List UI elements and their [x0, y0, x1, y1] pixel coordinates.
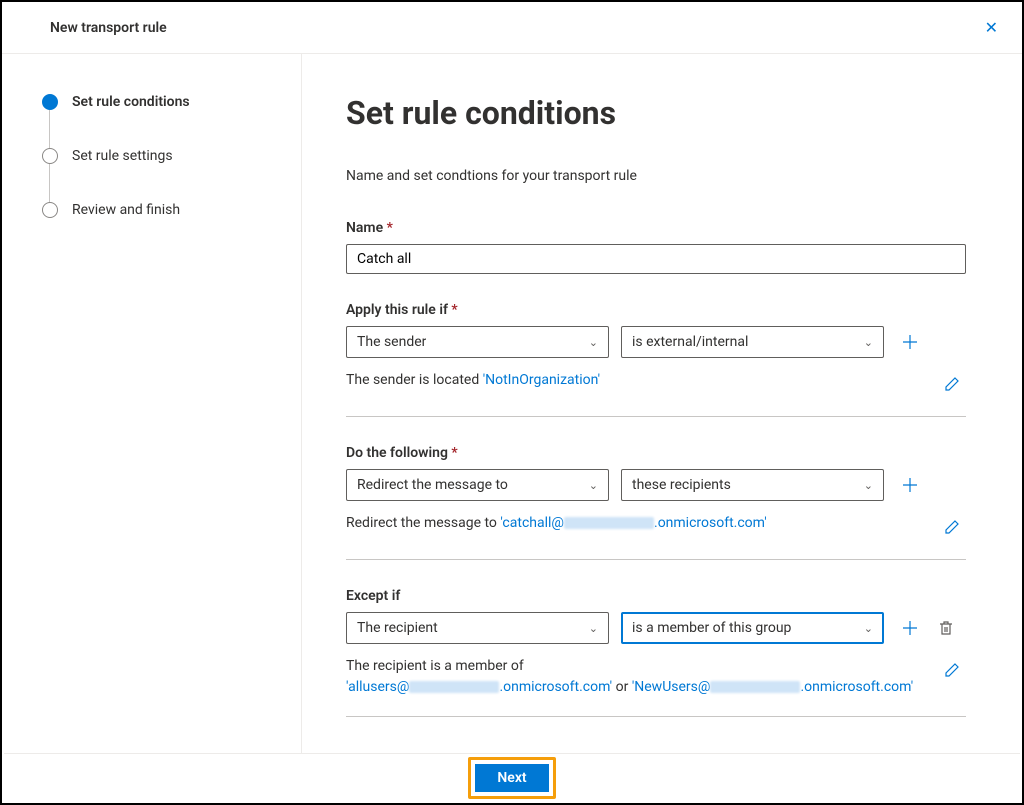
- redacted-text: [409, 681, 499, 693]
- wizard-step-label: Review and finish: [72, 202, 180, 218]
- edit-condition-button[interactable]: [938, 370, 966, 398]
- do-following-select-target[interactable]: these recipients ⌄: [621, 469, 884, 501]
- except-if-select-subject[interactable]: The recipient ⌄: [346, 612, 609, 644]
- pencil-icon: [944, 662, 960, 678]
- except-if-label: Except if: [346, 588, 966, 604]
- chevron-down-icon: ⌄: [864, 622, 873, 635]
- next-button-highlight: Next: [468, 757, 555, 799]
- close-icon[interactable]: ✕: [981, 14, 1002, 41]
- dialog-header: New transport rule ✕: [2, 2, 1022, 54]
- wizard-step-label: Set rule settings: [72, 148, 173, 164]
- apply-if-select-predicate[interactable]: is external/internal ⌄: [621, 326, 884, 358]
- edit-exception-button[interactable]: [938, 656, 966, 684]
- trash-icon: [938, 620, 954, 636]
- chevron-down-icon: ⌄: [864, 336, 873, 349]
- apply-if-summary: The sender is located 'NotInOrganization…: [346, 370, 926, 391]
- plus-icon: [902, 334, 918, 350]
- chevron-down-icon: ⌄: [589, 479, 598, 492]
- wizard-sidebar: Set rule conditions Set rule settings Re…: [2, 54, 302, 759]
- plus-icon: [902, 477, 918, 493]
- name-field: Name *: [346, 220, 966, 274]
- add-exception-button[interactable]: [896, 614, 924, 642]
- step-dot-icon: [42, 148, 58, 164]
- redacted-text: [710, 681, 800, 693]
- wizard-step-settings[interactable]: Set rule settings: [42, 148, 281, 202]
- required-asterisk: *: [451, 302, 457, 318]
- page-subtitle: Name and set condtions for your transpor…: [346, 168, 966, 184]
- do-following-label: Do the following *: [346, 445, 966, 461]
- required-asterisk: *: [387, 220, 393, 236]
- pencil-icon: [944, 376, 960, 392]
- wizard-step-conditions[interactable]: Set rule conditions: [42, 94, 281, 148]
- do-following-summary: Redirect the message to 'catchall@.onmic…: [346, 513, 926, 534]
- step-dot-icon: [42, 94, 58, 110]
- name-label: Name *: [346, 220, 966, 236]
- plus-icon: [902, 620, 918, 636]
- do-following-section: Do the following * Redirect the message …: [346, 445, 966, 560]
- add-condition-button[interactable]: [896, 328, 924, 356]
- delete-exception-button[interactable]: [932, 614, 960, 642]
- chevron-down-icon: ⌄: [589, 336, 598, 349]
- dialog-footer: Next: [4, 753, 1020, 801]
- name-input[interactable]: [346, 244, 966, 274]
- edit-action-button[interactable]: [938, 513, 966, 541]
- main-content: Set rule conditions Name and set condtio…: [302, 54, 1022, 759]
- wizard-step-review[interactable]: Review and finish: [42, 202, 281, 218]
- except-if-summary: The recipient is a member of 'allusers@.…: [346, 656, 926, 698]
- do-following-select-action[interactable]: Redirect the message to ⌄: [346, 469, 609, 501]
- chevron-down-icon: ⌄: [864, 479, 873, 492]
- except-if-select-predicate[interactable]: is a member of this group ⌄: [621, 612, 884, 644]
- apply-if-select-subject[interactable]: The sender ⌄: [346, 326, 609, 358]
- except-if-section: Except if The recipient ⌄ is a member of…: [346, 588, 966, 717]
- wizard-step-label: Set rule conditions: [72, 94, 190, 110]
- dialog-title: New transport rule: [50, 20, 167, 36]
- redacted-text: [564, 517, 654, 529]
- step-dot-icon: [42, 202, 58, 218]
- pencil-icon: [944, 519, 960, 535]
- required-asterisk: *: [451, 445, 457, 461]
- chevron-down-icon: ⌄: [589, 622, 598, 635]
- next-button[interactable]: Next: [475, 764, 548, 792]
- page-title: Set rule conditions: [346, 94, 966, 132]
- add-action-button[interactable]: [896, 471, 924, 499]
- apply-if-section: Apply this rule if * The sender ⌄ is ext…: [346, 302, 966, 417]
- apply-if-label: Apply this rule if *: [346, 302, 966, 318]
